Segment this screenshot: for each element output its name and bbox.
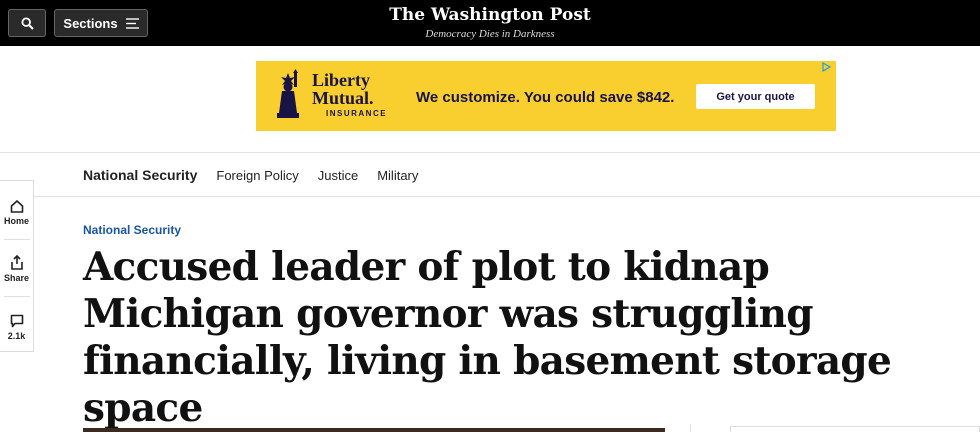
ad-brand: Liberty Mutual. INSURANCE [270, 69, 387, 119]
divider [0, 196, 980, 197]
ad-brand-line-3: INSURANCE [326, 108, 388, 118]
ad-brand-line-1: Liberty [312, 69, 370, 90]
section-subnav: National Security Foreign Policy Justice… [83, 167, 437, 183]
subnav-item-justice[interactable]: Justice [318, 168, 358, 183]
article-kicker[interactable]: National Security [83, 223, 181, 237]
subnav-title[interactable]: National Security [83, 167, 197, 183]
lead-photo [83, 428, 665, 432]
ad-brand-line-2: Mutual. [312, 87, 374, 108]
home-label: Home [3, 215, 29, 226]
divider [4, 239, 30, 240]
advertisement-banner[interactable]: Liberty Mutual. INSURANCE We customize. … [256, 61, 836, 131]
sidebar-box [730, 426, 980, 432]
subnav-item-foreign-policy[interactable]: Foreign Policy [216, 168, 298, 183]
share-label: Share [3, 273, 29, 283]
share-icon [10, 255, 23, 270]
home-icon [10, 199, 23, 213]
comments-count: 2.1k [7, 330, 26, 341]
comment-icon [10, 314, 23, 327]
statue-of-liberty-icon [270, 69, 306, 119]
home-button[interactable]: Home [0, 184, 33, 240]
subnav-item-military[interactable]: Military [377, 168, 418, 183]
adchoices-icon[interactable] [821, 61, 832, 74]
share-button[interactable]: Share [0, 241, 33, 297]
divider [690, 424, 691, 432]
divider [0, 152, 980, 153]
site-logo[interactable]: The Washington Post [0, 5, 980, 25]
article-headline: Accused leader of plot to kidnap Michiga… [83, 244, 892, 431]
divider [4, 296, 30, 297]
top-bar: Sections The Washington Post Democracy D… [0, 0, 980, 46]
comments-button[interactable]: 2.1k [0, 299, 33, 355]
ad-copy: We customize. You could save $842. [416, 89, 675, 106]
ad-cta-button[interactable]: Get your quote [696, 84, 815, 109]
site-tagline: Democracy Dies in Darkness [425, 28, 555, 40]
left-rail: Home Share 2.1k [0, 180, 34, 352]
